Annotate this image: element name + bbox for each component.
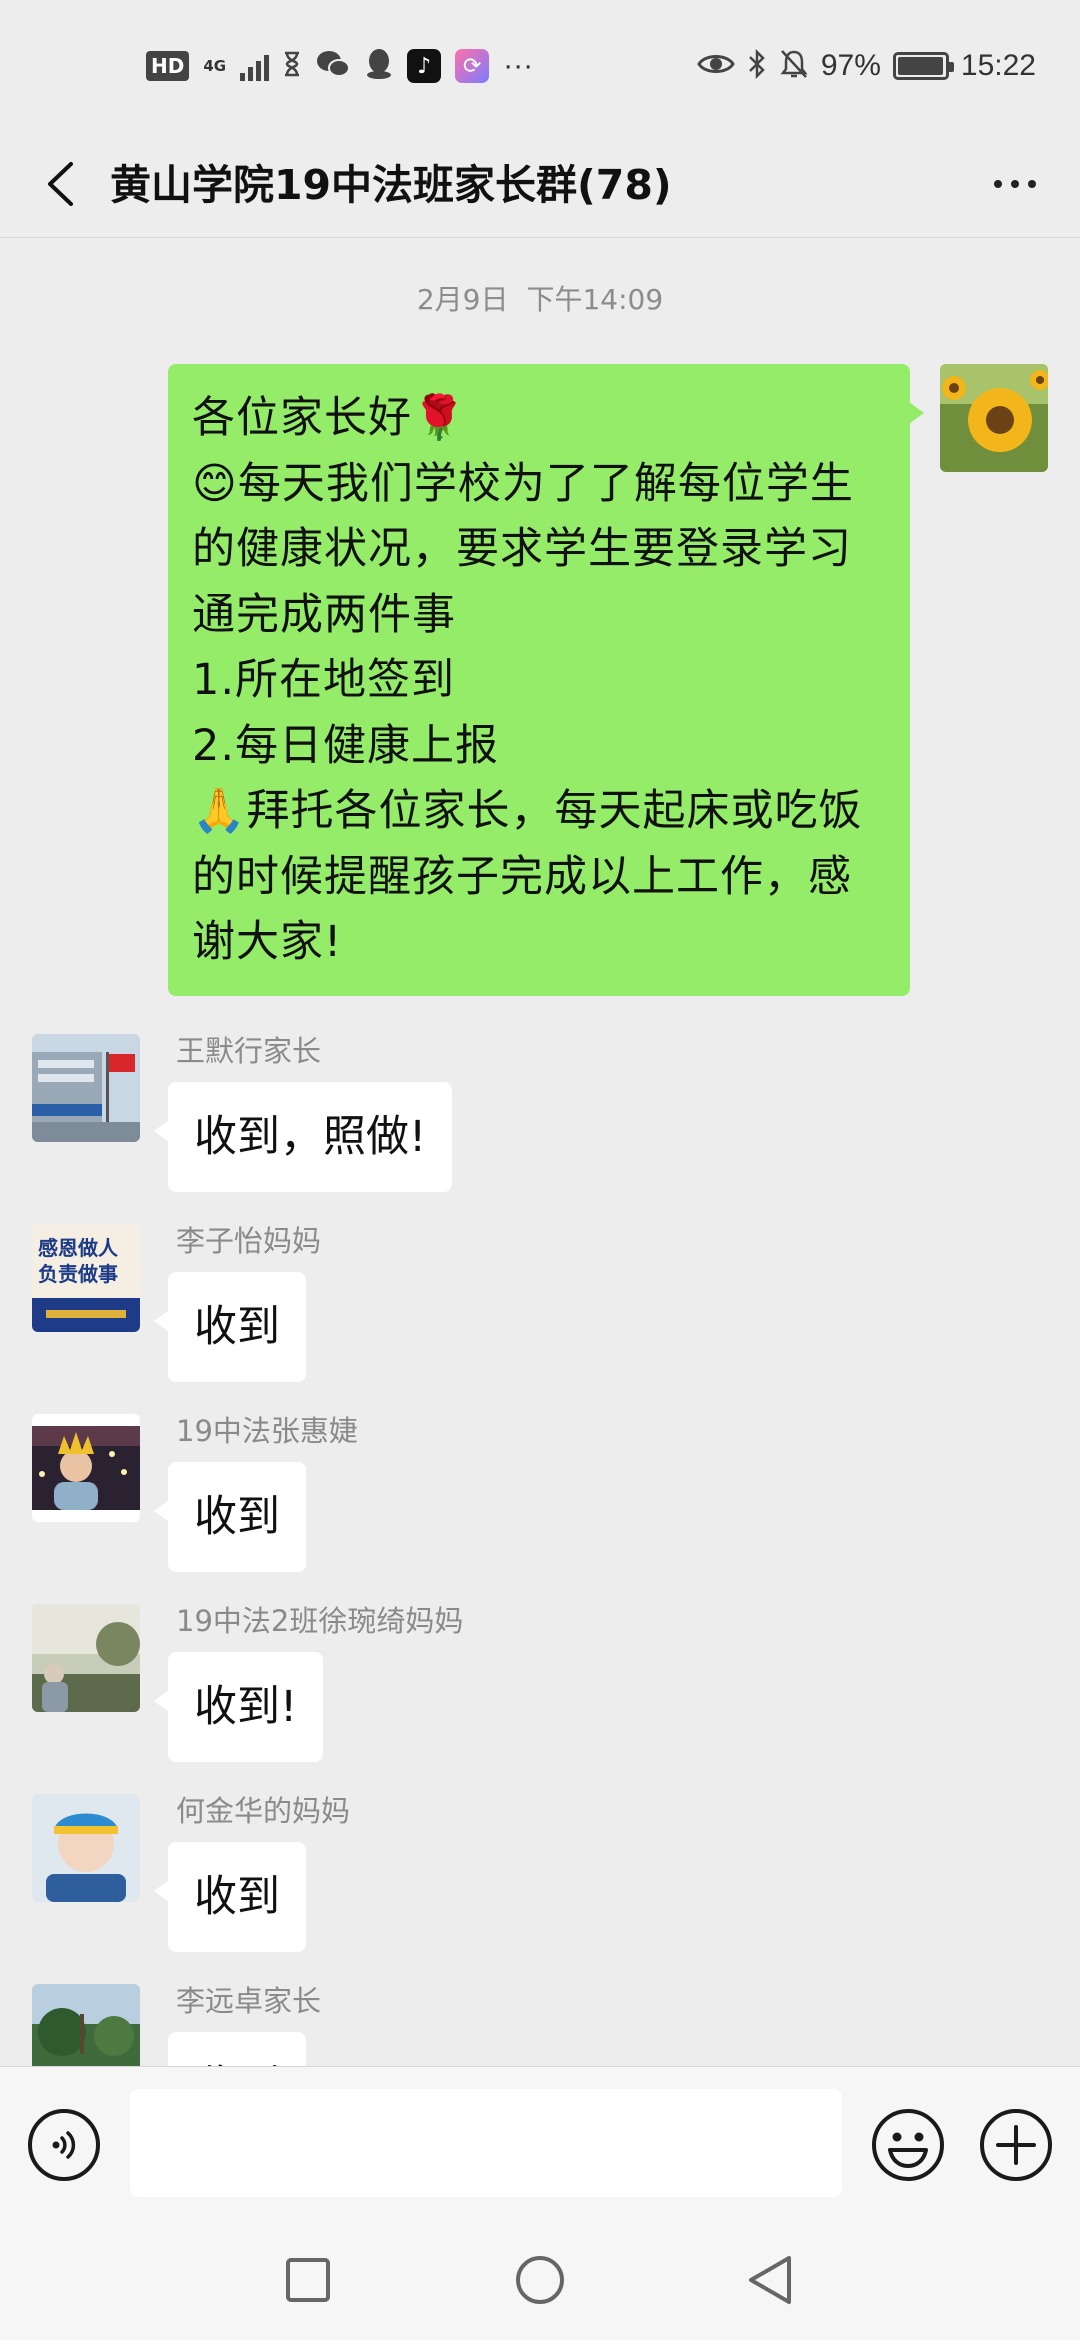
- message-line: 各位家长好🌹: [192, 393, 467, 443]
- avatar-text: 负责做事: [38, 1262, 118, 1286]
- message-line: 谢大家!: [192, 917, 343, 967]
- message-line: 🙏拜托各位家长，每天起床或吃饭: [192, 786, 863, 836]
- message-bubble[interactable]: 收到，照做!: [153, 1082, 453, 1192]
- overflow-icon: ···: [503, 49, 534, 82]
- sender-name: 王默行家长: [176, 1034, 322, 1068]
- system-nav-bar: [0, 2222, 1080, 2340]
- hourglass-icon: [283, 51, 301, 81]
- more-functions-button[interactable]: [978, 2107, 1054, 2183]
- voice-button[interactable]: [28, 2109, 100, 2181]
- status-icons-right: 97% 15:22: [697, 46, 1036, 86]
- more-dots-icon: [994, 180, 1002, 188]
- avatar[interactable]: 感恩做人 负责做事: [32, 1224, 140, 1332]
- message-timestamp: 2月9日 下午14:09: [0, 278, 1080, 318]
- circle-icon: [516, 2256, 564, 2304]
- message-line: 的健康状况，要求学生要登录学习: [192, 524, 852, 574]
- tiktok-icon: ♪: [407, 49, 442, 83]
- app-icon: ⟳: [455, 49, 490, 83]
- triangle-icon: [749, 2256, 791, 2304]
- recent-apps-button[interactable]: [278, 2250, 338, 2310]
- clock: 15:22: [960, 49, 1036, 82]
- message-row: 19中法2班徐琬绮妈妈 收到!: [0, 1604, 1080, 1794]
- bluetooth-icon: [747, 48, 767, 84]
- back-button[interactable]: [28, 152, 92, 216]
- network-type: 4G: [203, 57, 227, 75]
- timestamp-time: 下午14:09: [526, 283, 664, 316]
- message-bubble[interactable]: 收到: [154, 1272, 306, 1382]
- message-bubble[interactable]: 收到: [154, 1462, 306, 1572]
- avatar[interactable]: [32, 1414, 140, 1522]
- message-row: 李远卓家长 收到: [0, 1984, 1080, 2066]
- mute-bell-icon: [779, 48, 809, 84]
- hd-icon: HD: [146, 51, 190, 81]
- battery-icon: [892, 52, 954, 80]
- sender-name: 19中法张惠婕: [176, 1414, 358, 1448]
- chat-title: 黄山学院19中法班家长群(78): [110, 161, 672, 209]
- message-row: 王默行家长 收到，照做!: [0, 1034, 1080, 1224]
- status-bar: HD 4G ♪ ⟳ ··· 97% 15:22: [0, 0, 1080, 132]
- plus-icon: [980, 2109, 1052, 2181]
- self-avatar[interactable]: [940, 364, 1048, 472]
- more-button[interactable]: [980, 152, 1050, 216]
- eye-icon: [697, 51, 735, 81]
- voice-icon: [52, 2131, 76, 2159]
- message-input[interactable]: [130, 2089, 842, 2197]
- input-bar: [0, 2066, 1080, 2222]
- message-bubble[interactable]: 收到: [168, 2032, 306, 2066]
- message-line: 1.所在地签到: [192, 655, 456, 705]
- sender-name: 李远卓家长: [176, 1984, 322, 2018]
- message-row: 19中法张惠婕 收到: [0, 1414, 1080, 1604]
- home-button[interactable]: [510, 2250, 570, 2310]
- battery-percent: 97%: [820, 49, 881, 82]
- sender-name: 何金华的妈妈: [176, 1794, 351, 1828]
- avatar-text: 感恩做人: [38, 1236, 118, 1260]
- timestamp-date: 2月9日: [416, 283, 509, 316]
- chat-header: 黄山学院19中法班家长群(78): [0, 132, 1080, 238]
- avatar[interactable]: [32, 1604, 140, 1712]
- message-line: 的时候提醒孩子完成以上工作，感: [192, 851, 852, 902]
- sender-name: 19中法2班徐琬绮妈妈: [176, 1604, 464, 1638]
- message-line: 通完成两件事: [192, 589, 456, 640]
- avatar[interactable]: [32, 1034, 140, 1142]
- wechat-icon: [315, 49, 351, 83]
- signal-icon: [240, 51, 270, 81]
- message-bubble[interactable]: 收到!: [153, 1652, 324, 1762]
- message-row: 何金华的妈妈 收到: [0, 1794, 1080, 1984]
- message-line: 2.每日健康上报: [192, 720, 500, 771]
- message-row: 感恩做人 负责做事 李子怡妈妈 收到: [0, 1224, 1080, 1414]
- emoji-button[interactable]: [870, 2107, 946, 2183]
- status-icons-left: HD 4G ♪ ⟳ ···: [146, 46, 533, 86]
- emoji-icon: [872, 2109, 944, 2181]
- qq-icon: [365, 48, 393, 84]
- sender-name: 李子怡妈妈: [176, 1224, 322, 1258]
- avatar[interactable]: [32, 1794, 140, 1902]
- self-message-bubble[interactable]: 各位家长好🌹 😊每天我们学校为了了解每位学生 的健康状况，要求学生要登录学习 通…: [168, 364, 924, 996]
- chat-area[interactable]: 2月9日 下午14:09 各位家长好🌹 😊每天我们学校为了了解每位学生 的健康状况…: [0, 238, 1080, 2066]
- message-line: 😊每天我们学校为了了解每位学生: [192, 458, 854, 509]
- system-back-button[interactable]: [740, 2250, 800, 2310]
- chevron-left-icon: [48, 162, 73, 206]
- avatar[interactable]: [32, 1984, 140, 2066]
- message-bubble[interactable]: 收到: [154, 1842, 306, 1952]
- square-icon: [286, 2258, 330, 2302]
